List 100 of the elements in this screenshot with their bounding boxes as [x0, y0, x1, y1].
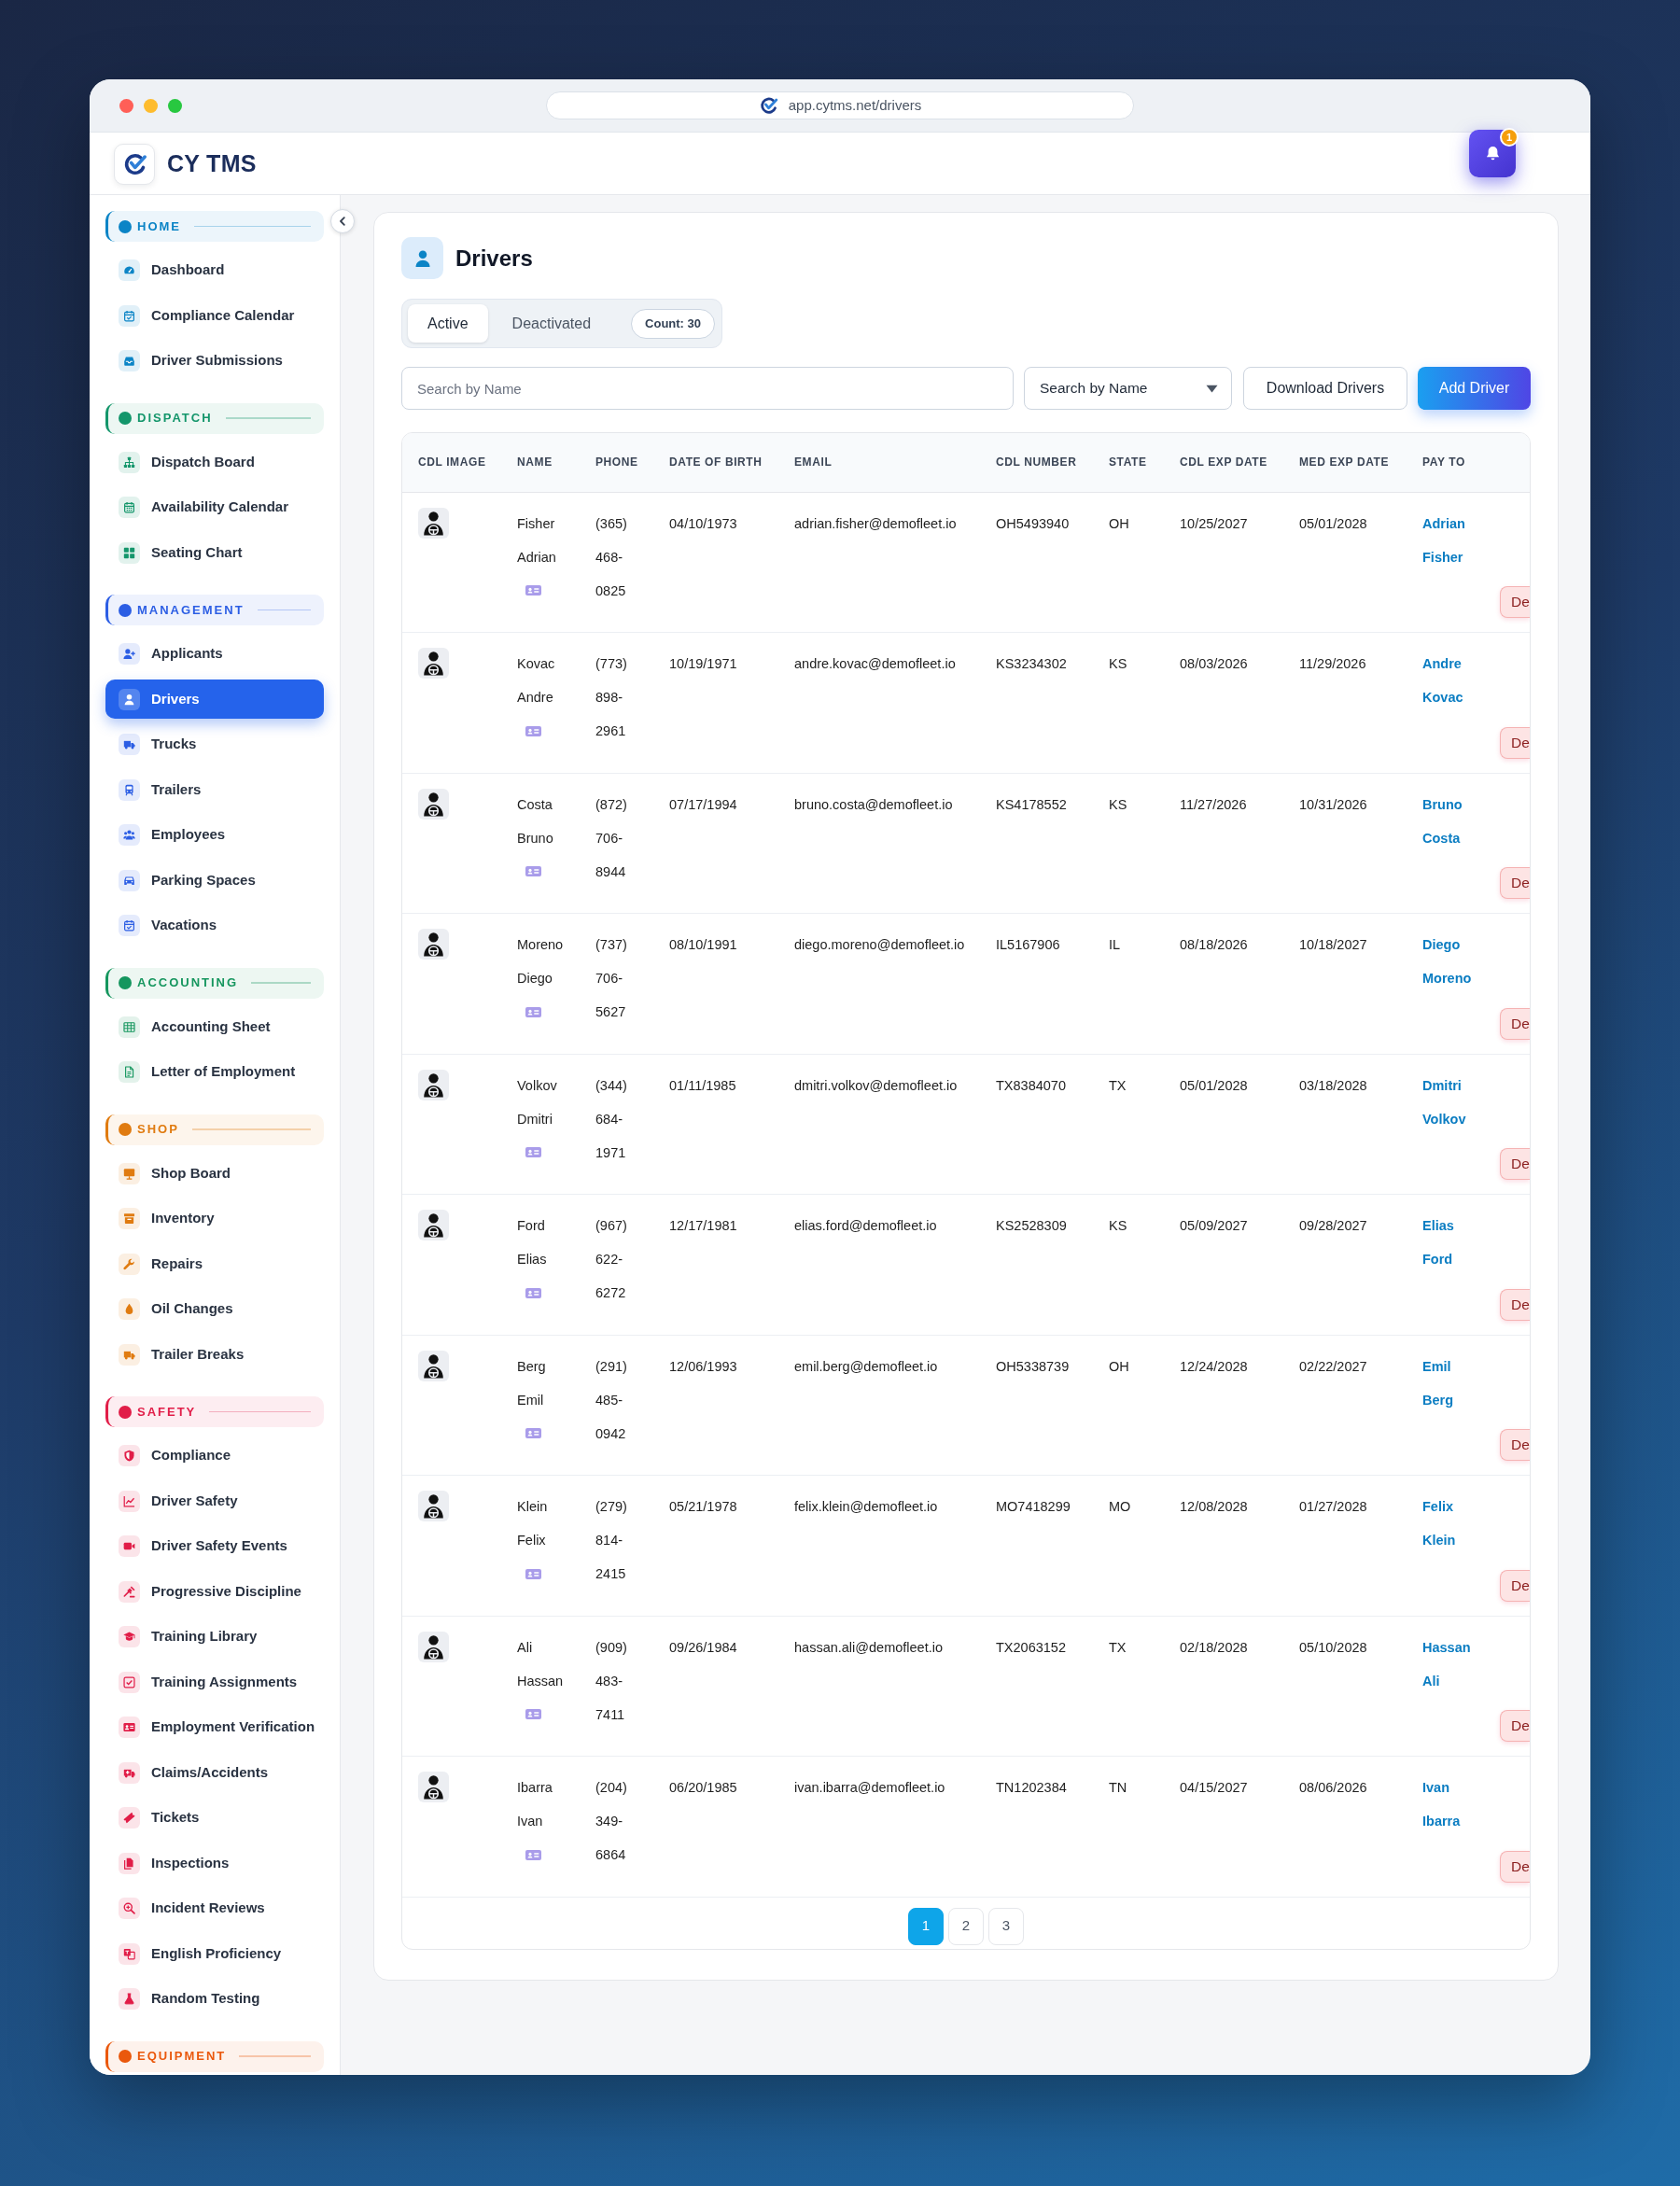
sidebar-item[interactable]: Random Testing — [105, 1979, 324, 2019]
driver-icon[interactable] — [418, 648, 449, 679]
search-field[interactable]: Search by Name — [401, 367, 1014, 410]
sidebar-item[interactable]: Accounting Sheet — [105, 1007, 324, 1046]
maximize-dot-icon[interactable] — [168, 98, 182, 113]
minimize-dot-icon[interactable] — [144, 98, 158, 113]
sidebar-item[interactable]: Employees — [105, 815, 324, 855]
page-button[interactable]: 2 — [948, 1907, 984, 1945]
close-dot-icon[interactable] — [119, 98, 133, 113]
pay-to-link[interactable]: Andre Kovac — [1422, 647, 1480, 714]
sidebar-item[interactable]: Training Library — [105, 1617, 324, 1657]
id-card-icon[interactable] — [525, 1287, 541, 1298]
email-address: andre.kovac@demofleet.io — [794, 656, 956, 671]
state-code: KS — [1109, 1218, 1127, 1233]
sidebar-item[interactable]: Inventory — [105, 1198, 324, 1239]
id-card-icon[interactable] — [525, 725, 541, 736]
sidebar-item[interactable]: Seating Chart — [105, 533, 324, 572]
column-header: CDL NUMBER — [996, 455, 1077, 469]
search-by-select[interactable]: Search by Name — [1024, 367, 1232, 410]
sidebar-item[interactable]: Availability Calendar — [105, 487, 324, 527]
sidebar-item[interactable]: Parking Spaces — [105, 861, 324, 900]
id-card-icon[interactable] — [525, 1006, 541, 1017]
driver-icon[interactable] — [418, 788, 449, 820]
row-action-button[interactable]: De — [1500, 1007, 1530, 1040]
column-header: CDL IMAGE — [418, 455, 486, 469]
sidebar-item[interactable]: Training Assignments — [105, 1662, 324, 1702]
cdl-number: KS3234302 — [996, 656, 1067, 671]
translate-icon — [119, 1942, 140, 1965]
pay-to-link[interactable]: Bruno Costa — [1422, 787, 1480, 855]
sidebar-item[interactable]: Drivers — [105, 680, 324, 719]
driver-icon[interactable] — [418, 507, 449, 539]
address-bar[interactable]: app.cytms.net/drivers — [546, 91, 1134, 119]
sidebar-item[interactable]: Employment Verification — [105, 1707, 324, 1747]
tab[interactable]: Deactivated — [492, 304, 611, 343]
driver-name: Klein Felix — [517, 1499, 548, 1548]
row-action-button[interactable]: De — [1500, 1288, 1530, 1321]
sidebar-item[interactable]: Driver Safety Events — [105, 1526, 324, 1566]
sidebar-item[interactable]: Oil Changes — [105, 1289, 324, 1329]
row-action-button[interactable]: De — [1500, 1429, 1530, 1461]
row-action-button[interactable]: De — [1500, 1850, 1530, 1883]
pay-to-link[interactable]: Dmitri Volkov — [1422, 1068, 1480, 1136]
calendar-check-icon — [119, 304, 140, 327]
sidebar-item[interactable]: Tickets — [105, 1798, 324, 1838]
pay-to-link[interactable]: Elias Ford — [1422, 1209, 1480, 1276]
pay-to-link[interactable]: Felix Klein — [1422, 1490, 1480, 1557]
driver-icon[interactable] — [418, 1350, 449, 1381]
row-action-button[interactable]: De — [1500, 726, 1530, 759]
download-button[interactable]: Download Drivers — [1243, 367, 1407, 410]
driver-icon[interactable] — [418, 1491, 449, 1521]
sidebar-item[interactable]: Driver Submissions — [105, 341, 324, 381]
id-card-icon[interactable] — [525, 1849, 541, 1860]
sidebar-item[interactable]: Trailers — [105, 770, 324, 809]
sidebar-item[interactable]: Shop Board — [105, 1154, 324, 1193]
sidebar-item[interactable]: Dashboard — [105, 250, 324, 290]
sidebar-item[interactable]: Incident Reviews — [105, 1888, 324, 1928]
id-card-icon[interactable] — [525, 1428, 541, 1438]
row-action-button[interactable]: De — [1500, 867, 1530, 899]
date-of-birth: 01/11/1985 — [669, 1077, 736, 1093]
pay-to-link[interactable]: Diego Moreno — [1422, 928, 1480, 995]
id-card-icon[interactable] — [525, 1568, 541, 1579]
driver-icon[interactable] — [418, 1210, 449, 1240]
driver-icon[interactable] — [418, 1772, 449, 1802]
state-code: OH — [1109, 1358, 1129, 1374]
sidebar-item[interactable]: Compliance Calendar — [105, 296, 324, 335]
row-action-button[interactable]: De — [1500, 1569, 1530, 1602]
sidebar-item[interactable]: Dispatch Board — [105, 442, 324, 482]
page-button[interactable]: 3 — [988, 1907, 1024, 1945]
tab[interactable]: Active — [408, 304, 488, 343]
sidebar-item[interactable]: Claims/Accidents — [105, 1753, 324, 1792]
pay-to-link[interactable]: Hassan Ali — [1422, 1630, 1480, 1698]
id-card-icon[interactable] — [525, 866, 541, 876]
pay-to-link[interactable]: Adrian Fisher — [1422, 506, 1480, 574]
sidebar-item[interactable]: Vacations — [105, 905, 324, 946]
row-action-button[interactable]: De — [1500, 586, 1530, 618]
med-exp-date: 10/31/2026 — [1299, 796, 1367, 812]
pay-to-link[interactable]: Ivan Ibarra — [1422, 1771, 1480, 1838]
sidebar-item[interactable]: Applicants — [105, 634, 324, 674]
row-action-button[interactable]: De — [1500, 1710, 1530, 1742]
pay-to-link[interactable]: Emil Berg — [1422, 1349, 1480, 1417]
driver-icon[interactable] — [418, 1069, 449, 1100]
sidebar-item[interactable]: Trucks — [105, 724, 324, 764]
state-code: OH — [1109, 515, 1129, 531]
sidebar-item[interactable]: Inspections — [105, 1843, 324, 1883]
row-action-button[interactable]: De — [1500, 1148, 1530, 1180]
sidebar-item[interactable]: Driver Safety — [105, 1481, 324, 1520]
id-card-icon[interactable] — [525, 1709, 541, 1719]
sidebar-item[interactable]: Trailer Breaks — [105, 1335, 324, 1374]
driver-icon[interactable] — [418, 929, 449, 960]
sidebar-item[interactable]: Compliance — [105, 1436, 324, 1476]
add-driver-button[interactable]: Add Driver — [1418, 367, 1531, 410]
sidebar-item[interactable]: Letter of Employment — [105, 1052, 324, 1092]
driver-name: Fisher Adrian — [517, 515, 556, 565]
driver-icon[interactable] — [418, 1631, 449, 1662]
phone-number: (204) 349-6864 — [595, 1780, 627, 1862]
id-card-icon[interactable] — [525, 1147, 541, 1157]
sidebar-item[interactable]: Repairs — [105, 1244, 324, 1283]
sidebar-item[interactable]: Progressive Discipline — [105, 1572, 324, 1611]
document-icon — [119, 1061, 140, 1083]
sidebar-item[interactable]: English Proficiency — [105, 1934, 324, 1973]
id-card-icon[interactable] — [525, 585, 541, 596]
